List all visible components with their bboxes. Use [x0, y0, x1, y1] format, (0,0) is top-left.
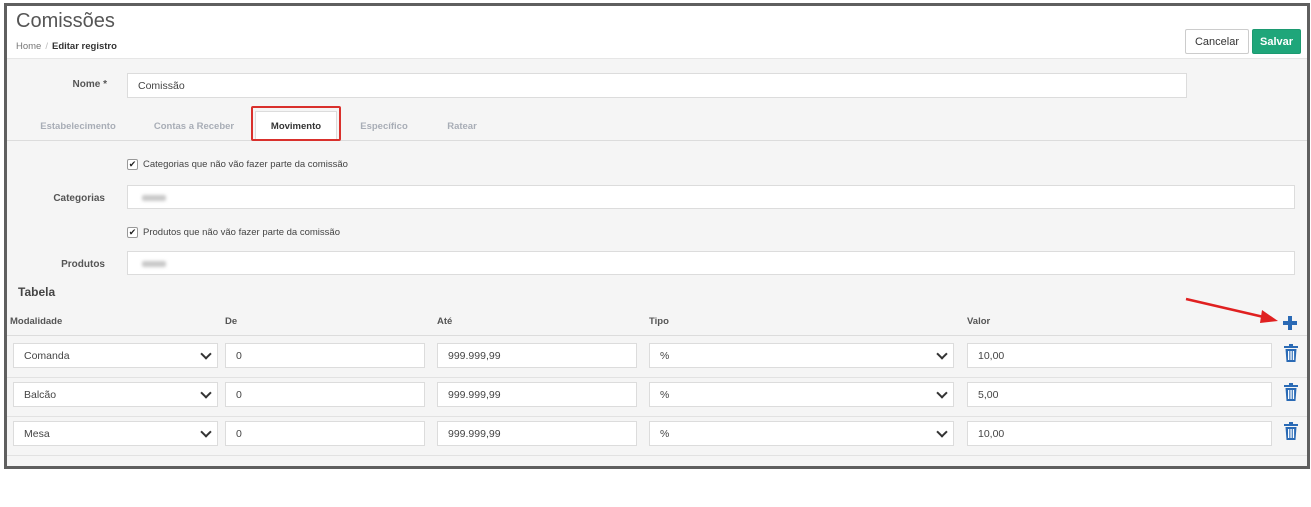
produtos-label: Produtos — [61, 259, 105, 270]
page-header: Comissões Home / Editar registro Cancelar … — [7, 6, 1307, 59]
categorias-selected-tag — [142, 195, 166, 201]
categorias-exclude-checkbox-row[interactable]: ✔ Categorias que não vão fazer parte da … — [127, 159, 348, 170]
de-input[interactable]: 0 — [225, 382, 425, 407]
tipo-select[interactable]: % — [649, 343, 954, 368]
table-header: Modalidade De Até Tipo Valor — [7, 304, 1307, 336]
trash-icon[interactable] — [1284, 383, 1298, 401]
de-input[interactable]: 0 — [225, 343, 425, 368]
column-header-ate: Até — [437, 316, 453, 327]
trash-icon[interactable] — [1284, 344, 1298, 362]
column-header-modalidade: Modalidade — [10, 316, 63, 327]
chevron-down-icon — [936, 348, 948, 360]
breadcrumb: Home / Editar registro — [16, 41, 117, 52]
tab-estabelecimento[interactable]: Estabelecimento — [29, 111, 127, 141]
breadcrumb-home[interactable]: Home — [16, 41, 41, 52]
nome-input[interactable]: Comissão — [127, 73, 1187, 98]
page-title: Comissões — [16, 10, 115, 32]
app-window: Comissões Home / Editar registro Cancelar … — [4, 3, 1310, 469]
modalidade-value: Comanda — [24, 349, 70, 362]
produtos-input[interactable] — [127, 251, 1295, 275]
breadcrumb-separator: / — [45, 41, 48, 52]
ate-input[interactable]: 999.999,99 — [437, 382, 637, 407]
chevron-down-icon — [936, 426, 948, 438]
checkmark-icon: ✔ — [128, 159, 137, 169]
cancel-button[interactable]: Cancelar — [1185, 29, 1249, 54]
categorias-input[interactable] — [127, 185, 1295, 209]
tab-bar: Estabelecimento Contas a Receber Movimen… — [7, 111, 1307, 141]
modalidade-select[interactable]: Comanda — [13, 343, 218, 368]
valor-input[interactable]: 10,00 — [967, 421, 1272, 446]
categorias-label: Categorias — [53, 193, 105, 204]
tipo-value: % — [660, 388, 670, 401]
tab-especifico[interactable]: Específico — [351, 111, 417, 141]
modalidade-select[interactable]: Mesa — [13, 421, 218, 446]
produtos-exclude-label: Produtos que não vão fazer parte da comi… — [143, 227, 340, 238]
categorias-exclude-checkbox[interactable]: ✔ — [127, 159, 138, 170]
ate-input[interactable]: 999.999,99 — [437, 421, 637, 446]
save-button[interactable]: Salvar — [1252, 29, 1301, 54]
table-row: Mesa 0 999.999,99 % 10,00 — [7, 417, 1307, 456]
plus-icon[interactable] — [1283, 316, 1297, 330]
ate-input[interactable]: 999.999,99 — [437, 343, 637, 368]
table-row: Balcão 0 999.999,99 % 5,00 — [7, 378, 1307, 417]
valor-input[interactable]: 10,00 — [967, 343, 1272, 368]
chevron-down-icon — [936, 387, 948, 399]
de-input[interactable]: 0 — [225, 421, 425, 446]
nome-label: Nome * — [72, 79, 107, 90]
tipo-value: % — [660, 427, 670, 440]
column-header-de: De — [225, 316, 238, 327]
checkmark-icon: ✔ — [128, 227, 137, 237]
tipo-value: % — [660, 349, 670, 362]
tab-contas-a-receber[interactable]: Contas a Receber — [142, 111, 246, 141]
produtos-exclude-checkbox-row[interactable]: ✔ Produtos que não vão fazer parte da co… — [127, 227, 340, 238]
chevron-down-icon — [200, 426, 212, 438]
tipo-select[interactable]: % — [649, 421, 954, 446]
chevron-down-icon — [200, 387, 212, 399]
tipo-select[interactable]: % — [649, 382, 954, 407]
breadcrumb-current: Editar registro — [51, 41, 117, 52]
tab-ratear[interactable]: Ratear — [437, 111, 487, 141]
produtos-selected-tag — [142, 261, 166, 267]
tab-movimento[interactable]: Movimento — [255, 111, 337, 141]
produtos-exclude-checkbox[interactable]: ✔ — [127, 227, 138, 238]
trash-icon[interactable] — [1284, 422, 1298, 440]
modalidade-value: Balcão — [24, 388, 57, 401]
table-row: Comanda 0 999.999,99 % 10,00 — [7, 339, 1307, 378]
modalidade-value: Mesa — [24, 427, 50, 440]
modalidade-select[interactable]: Balcão — [13, 382, 218, 407]
column-header-valor: Valor — [967, 316, 991, 327]
categorias-exclude-label: Categorias que não vão fazer parte da co… — [143, 159, 348, 170]
column-header-tipo: Tipo — [649, 316, 669, 327]
chevron-down-icon — [200, 348, 212, 360]
valor-input[interactable]: 5,00 — [967, 382, 1272, 407]
tabela-title: Tabela — [18, 285, 56, 299]
